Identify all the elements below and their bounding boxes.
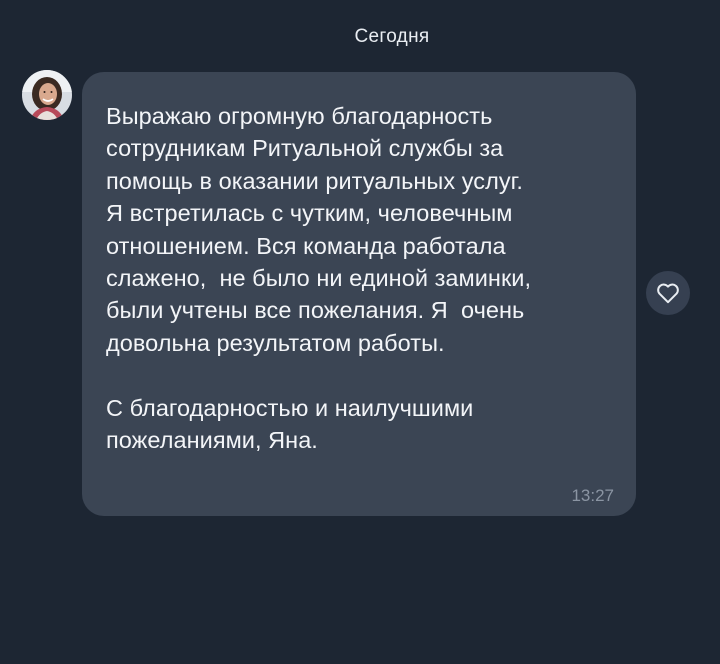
heart-icon	[657, 283, 679, 304]
message-text: Выражаю огромную благодарность сотрудник…	[106, 103, 532, 454]
message-bubble[interactable]: Выражаю огромную благодарность сотрудник…	[82, 72, 636, 516]
sender-avatar[interactable]	[22, 70, 72, 120]
date-separator: Сегодня	[354, 26, 430, 47]
message-time: 13:27	[571, 486, 614, 505]
like-button[interactable]	[646, 271, 690, 315]
avatar-image	[22, 70, 72, 120]
